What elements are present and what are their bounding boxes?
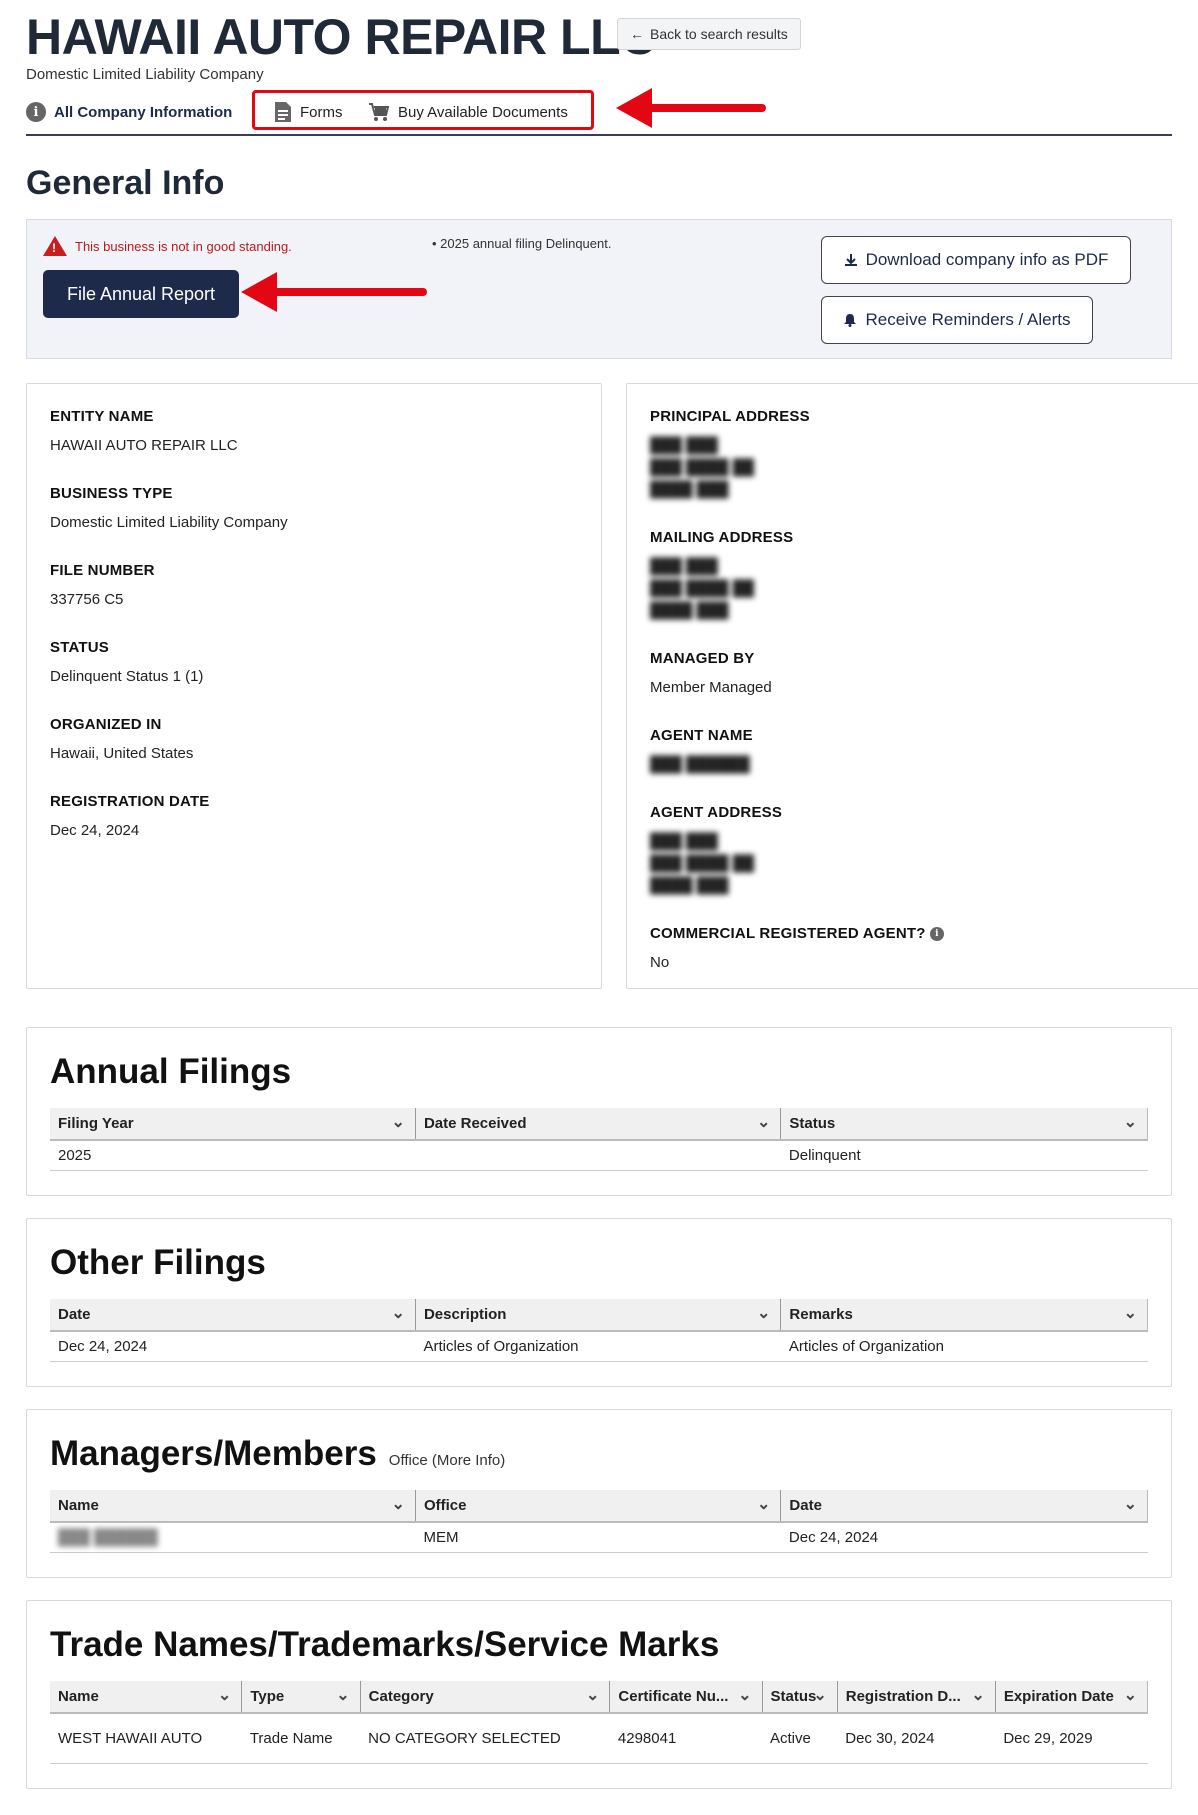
agent-name-field: AGENT NAME ███ ██████	[650, 727, 1178, 776]
column-header[interactable]: Status ⌄	[780, 1108, 1148, 1141]
annual-filings-section: Annual Filings Filing Year ⌄ Date Receive…	[26, 1027, 1172, 1196]
chevron-down-icon[interactable]: ⌄	[1124, 1494, 1137, 1514]
section-heading: Managers/Members Office (More Info)	[50, 1434, 506, 1473]
chevron-down-icon[interactable]: ⌄	[757, 1494, 770, 1514]
principal-address-field: PRINCIPAL ADDRESS ███ ███ ███ ████ ██ ████…	[650, 408, 1178, 501]
download-icon	[844, 254, 857, 266]
chevron-down-icon[interactable]: ⌄	[813, 1685, 826, 1705]
info-icon: i	[26, 102, 46, 122]
column-header[interactable]: Expiration Date ⌄	[995, 1681, 1149, 1714]
table-row: ███ ██████ MEM Dec 24, 2024	[50, 1522, 1148, 1553]
chevron-down-icon[interactable]: ⌄	[757, 1112, 770, 1132]
section-heading: Annual Filings	[50, 1052, 292, 1091]
page: HAWAII AUTO REPAIR LLC ← Back to search …	[0, 0, 1198, 1789]
organized-in-field: ORGANIZED IN Hawaii, United States	[50, 716, 194, 762]
trade-names-section: Trade Names/Trademarks/Service Marks Nam…	[26, 1600, 1172, 1789]
status-field: STATUS Delinquent Status 1 (1)	[50, 639, 204, 685]
chevron-down-icon[interactable]: ⌄	[218, 1685, 231, 1705]
general-info-heading: General Info	[26, 164, 225, 202]
other-filings-table: Date ⌄ Description ⌄ Remarks ⌄ Dec 24, 2024…	[50, 1299, 1148, 1362]
address-details-card: PRINCIPAL ADDRESS ███ ███ ███ ████ ██ ████…	[626, 383, 1198, 989]
section-heading: Other Filings	[50, 1243, 266, 1282]
arrow-left-icon: ←	[630, 26, 644, 42]
trade-names-table: Name ⌄ Type ⌄ Category ⌄ Certificate Nu... ⌄…	[50, 1681, 1149, 1764]
column-header[interactable]: Status ⌄	[762, 1681, 838, 1714]
column-header[interactable]: Type ⌄	[241, 1681, 361, 1714]
chevron-down-icon[interactable]: ⌄	[586, 1685, 599, 1705]
other-filings-section: Other Filings Date ⌄ Description ⌄ Remarks…	[26, 1218, 1172, 1387]
redacted-address: ███ ███ ███ ████ ██ ████ ███	[650, 437, 754, 498]
column-header[interactable]: Date ⌄	[780, 1490, 1148, 1523]
column-header[interactable]: Date ⌄	[50, 1299, 416, 1332]
section-heading: Trade Names/Trademarks/Service Marks	[50, 1625, 720, 1664]
business-type-field: BUSINESS TYPE Domestic Limited Liability …	[50, 485, 288, 531]
commercial-agent-field: COMMERCIAL REGISTERED AGENT? i No	[650, 925, 1178, 974]
agent-address-field: AGENT ADDRESS ███ ███ ███ ████ ██ ████ ███	[650, 804, 1178, 897]
warning-icon: !	[43, 236, 67, 256]
header: HAWAII AUTO REPAIR LLC ← Back to search …	[13, 0, 1185, 90]
chevron-down-icon[interactable]: ⌄	[1124, 1112, 1137, 1132]
tab-label: All Company Information	[54, 103, 233, 121]
redacted-name: ███ ██████	[650, 756, 750, 773]
tab-all-company-information[interactable]: i All Company Information	[26, 90, 232, 134]
chevron-down-icon[interactable]: ⌄	[336, 1685, 349, 1705]
standing-warning: ! This business is not in good standing.	[43, 236, 292, 256]
column-header[interactable]: Filing Year ⌄	[50, 1108, 416, 1141]
chevron-down-icon[interactable]: ⌄	[738, 1685, 751, 1705]
page-title: HAWAII AUTO REPAIR LLC	[26, 9, 656, 65]
managers-members-section: Managers/Members Office (More Info) Name ⌄…	[26, 1409, 1172, 1578]
help-info-icon[interactable]: i	[929, 927, 944, 941]
company-details: ENTITY NAME HAWAII AUTO REPAIR LLC BUSINE…	[26, 383, 1198, 989]
chevron-down-icon[interactable]: ⌄	[971, 1685, 984, 1705]
pdf-label: Download company info as PDF	[865, 250, 1109, 269]
bell-icon	[844, 314, 857, 327]
standing-alert-panel: ! This business is not in good standing.…	[26, 219, 1172, 359]
annotation-highlight-box	[252, 90, 594, 130]
chevron-down-icon[interactable]: ⌄	[392, 1303, 405, 1323]
annotation-arrow	[616, 88, 766, 128]
receive-reminders-button[interactable]: Receive Reminders / Alerts	[821, 296, 1093, 344]
chevron-down-icon[interactable]: ⌄	[1124, 1685, 1137, 1705]
redacted-address: ███ ███ ███ ████ ██ ████ ███	[650, 558, 754, 619]
column-header[interactable]: Remarks ⌄	[780, 1299, 1148, 1332]
redacted-address: ███ ███ ███ ████ ██ ████ ███	[650, 833, 754, 894]
managers-table: Name ⌄ Office ⌄ Date ⌄ ███ ██████ MEM Dec 2…	[50, 1490, 1148, 1553]
business-subtitle: Domestic Limited Liability Company	[26, 66, 264, 83]
column-header[interactable]: Name ⌄	[50, 1490, 416, 1523]
column-header[interactable]: Category ⌄	[360, 1681, 611, 1714]
annotation-arrow	[241, 272, 427, 312]
column-header[interactable]: Description ⌄	[415, 1299, 782, 1332]
registration-date-field: REGISTRATION DATE Dec 24, 2024	[50, 793, 210, 839]
column-header[interactable]: Name ⌄	[50, 1681, 243, 1714]
back-to-search-button[interactable]: ← Back to search results	[617, 18, 801, 50]
table-row: Dec 24, 2024 Articles of Organization Ar…	[50, 1331, 1148, 1362]
redacted-name: ███ ██████	[58, 1529, 158, 1546]
column-header[interactable]: Registration D... ⌄	[837, 1681, 996, 1714]
table-row: WEST HAWAII AUTO Trade Name NO CATEGORY …	[50, 1713, 1148, 1764]
managed-by-field: MANAGED BY Member Managed	[650, 650, 772, 696]
file-annual-report-button[interactable]: File Annual Report	[43, 270, 239, 318]
delinquent-note: • 2025 annual filing Delinquent.	[432, 236, 612, 251]
chevron-down-icon[interactable]: ⌄	[757, 1303, 770, 1323]
column-header[interactable]: Certificate Nu... ⌄	[609, 1681, 763, 1714]
back-label: Back to search results	[650, 26, 788, 42]
column-header[interactable]: Office ⌄	[415, 1490, 782, 1523]
column-header[interactable]: Date Received ⌄	[415, 1108, 782, 1141]
entity-details-card: ENTITY NAME HAWAII AUTO REPAIR LLC BUSINE…	[26, 383, 602, 989]
chevron-down-icon[interactable]: ⌄	[1124, 1303, 1137, 1323]
table-row: 2025 Delinquent	[50, 1140, 1148, 1171]
entity-name-field: ENTITY NAME HAWAII AUTO REPAIR LLC	[50, 408, 238, 454]
chevron-down-icon[interactable]: ⌄	[392, 1494, 405, 1514]
chevron-down-icon[interactable]: ⌄	[392, 1112, 405, 1132]
tab-bar: i All Company Information Forms Buy Avai…	[26, 88, 1172, 136]
mailing-address-field: MAILING ADDRESS ███ ███ ███ ████ ██ ████ █…	[650, 529, 1178, 622]
file-number-field: FILE NUMBER 337756 C5	[50, 562, 155, 608]
reminders-label: Receive Reminders / Alerts	[865, 310, 1071, 329]
office-more-info-link[interactable]: Office (More Info)	[389, 1452, 505, 1469]
warning-text: This business is not in good standing.	[75, 238, 292, 254]
download-pdf-button[interactable]: Download company info as PDF	[821, 236, 1131, 284]
annual-filings-table: Filing Year ⌄ Date Received ⌄ Status ⌄ 2025…	[50, 1108, 1148, 1171]
